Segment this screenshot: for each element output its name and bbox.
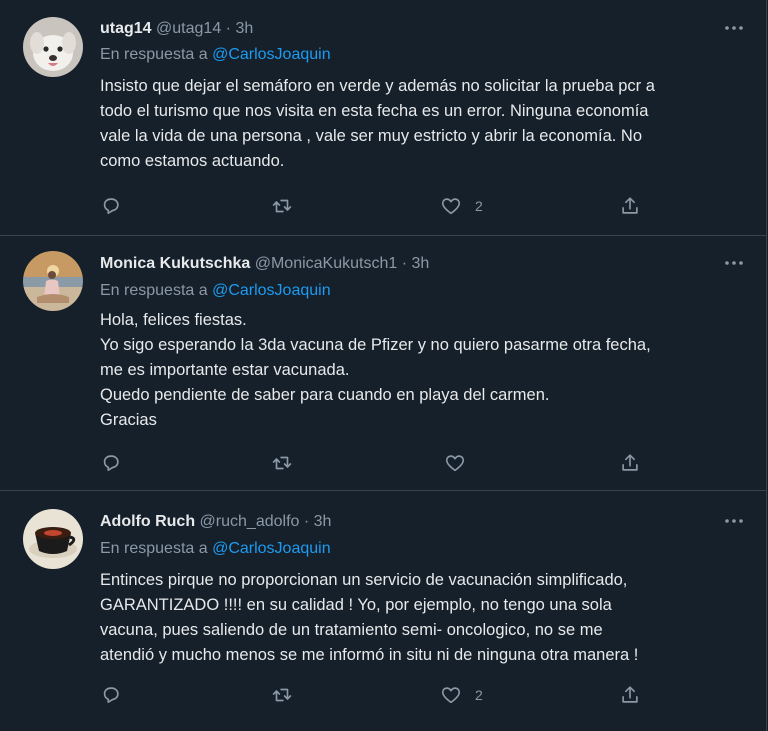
reply-prefix: En respuesta a	[100, 282, 208, 299]
share-icon	[622, 197, 638, 214]
timestamp[interactable]: 3h	[235, 20, 253, 37]
coffee-cup-avatar-icon	[23, 509, 83, 569]
tweet-text-line: Insisto que dejar el semáforo en verde y…	[100, 77, 655, 95]
tweet-text-line: Yo sigo esperando la 3da vacuna de Pfize…	[100, 336, 651, 354]
mention-link[interactable]: @CarlosJoaquin	[212, 540, 331, 557]
tweet-text-line: todo el turismo que nos visita en esta f…	[100, 102, 649, 120]
retweet-button[interactable]	[270, 193, 294, 219]
tweet-text-line: como estamos actuando.	[100, 152, 285, 170]
tweet-text-line: vale la vida de una persona , vale ser m…	[100, 127, 643, 145]
user-handle[interactable]: @ruch_adolfo	[200, 513, 300, 530]
share-button[interactable]	[619, 193, 641, 219]
tweet-text-line: me es importante estar vacunada.	[100, 361, 350, 379]
like-count: 2	[475, 687, 483, 703]
tweet-text-line: Entinces pirque no proporcionan un servi…	[100, 571, 628, 589]
more-options-icon[interactable]	[722, 18, 746, 38]
retweet-icon	[272, 456, 292, 470]
tweet-header: utag14 @utag14 · 3h	[100, 19, 253, 39]
tweet-text: Hola, felices fiestas. Yo sigo esperando…	[100, 308, 750, 433]
tweet-text-line: GARANTIZADO !!!! en su calidad ! Yo, por…	[100, 596, 612, 614]
more-options-icon[interactable]	[722, 511, 746, 531]
share-button[interactable]	[619, 450, 641, 476]
share-icon	[622, 686, 638, 703]
more-options-icon[interactable]	[722, 253, 746, 273]
tweet-text-line: vacuna, pues saliendo de un tratamiento …	[100, 621, 603, 639]
display-name[interactable]: Adolfo Ruch	[100, 513, 195, 530]
tweet-header: Adolfo Ruch @ruch_adolfo · 3h	[100, 512, 331, 532]
retweet-icon	[272, 688, 292, 702]
user-handle[interactable]: @utag14	[156, 20, 221, 37]
tweet-header: Monica Kukutschka @MonicaKukutsch1 · 3h	[100, 254, 429, 274]
reply-prefix: En respuesta a	[100, 540, 208, 557]
reply-context: En respuesta a @CarlosJoaquin	[100, 45, 331, 65]
tweet-text: Insisto que dejar el semáforo en verde y…	[100, 74, 750, 174]
tweet-text-line: atendió y mucho menos se me informó in s…	[100, 646, 639, 664]
avatar[interactable]	[23, 251, 83, 311]
retweet-icon	[272, 199, 292, 213]
share-button[interactable]	[619, 682, 641, 708]
tweet-card[interactable]: Adolfo Ruch @ruch_adolfo · 3h En respues…	[0, 490, 767, 731]
avatar[interactable]	[23, 17, 83, 77]
reply-button[interactable]	[100, 193, 122, 219]
tweet-card[interactable]: Monica Kukutschka @MonicaKukutsch1 · 3h …	[0, 235, 767, 491]
reply-button[interactable]	[100, 450, 122, 476]
tweet-text-line: Gracias	[100, 411, 157, 429]
share-icon	[622, 454, 638, 471]
tweet-text-line: Quedo pendiente de saber para cuando en …	[100, 386, 550, 404]
dog-avatar-icon	[23, 17, 83, 77]
reply-icon	[103, 198, 119, 214]
like-icon	[441, 687, 461, 704]
tweet-actions: 2	[0, 193, 766, 219]
separator-dot: ·	[225, 20, 231, 37]
reply-context: En respuesta a @CarlosJoaquin	[100, 281, 331, 301]
tweet-text: Entinces pirque no proporcionan un servi…	[100, 568, 750, 668]
user-handle[interactable]: @MonicaKukutsch1	[255, 255, 398, 272]
reply-button[interactable]	[100, 682, 122, 708]
tweet-actions	[0, 450, 766, 476]
like-count: 2	[475, 198, 483, 214]
tweet-card[interactable]: utag14 @utag14 · 3h En respuesta a @Carl…	[0, 0, 767, 236]
reply-icon	[103, 455, 119, 471]
like-icon	[445, 455, 465, 472]
retweet-button[interactable]	[270, 682, 294, 708]
mention-link[interactable]: @CarlosJoaquin	[212, 282, 331, 299]
timestamp[interactable]: 3h	[314, 513, 332, 530]
like-icon	[441, 198, 461, 215]
like-button[interactable]: 2	[440, 193, 483, 219]
separator-dot: ·	[401, 255, 408, 272]
reply-context: En respuesta a @CarlosJoaquin	[100, 539, 331, 559]
display-name[interactable]: utag14	[100, 20, 152, 37]
display-name[interactable]: Monica Kukutschka	[100, 255, 250, 272]
reply-icon	[103, 687, 119, 703]
retweet-button[interactable]	[270, 450, 294, 476]
mention-link[interactable]: @CarlosJoaquin	[212, 46, 331, 63]
separator-dot: ·	[303, 513, 310, 530]
like-button[interactable]	[444, 450, 479, 476]
timestamp[interactable]: 3h	[411, 255, 429, 272]
tweet-actions: 2	[0, 682, 766, 708]
reply-prefix: En respuesta a	[100, 46, 208, 63]
beach-photo-avatar-icon	[23, 251, 83, 311]
tweet-text-line: Hola, felices fiestas.	[100, 311, 247, 329]
avatar[interactable]	[23, 509, 83, 569]
like-button[interactable]: 2	[440, 682, 483, 708]
